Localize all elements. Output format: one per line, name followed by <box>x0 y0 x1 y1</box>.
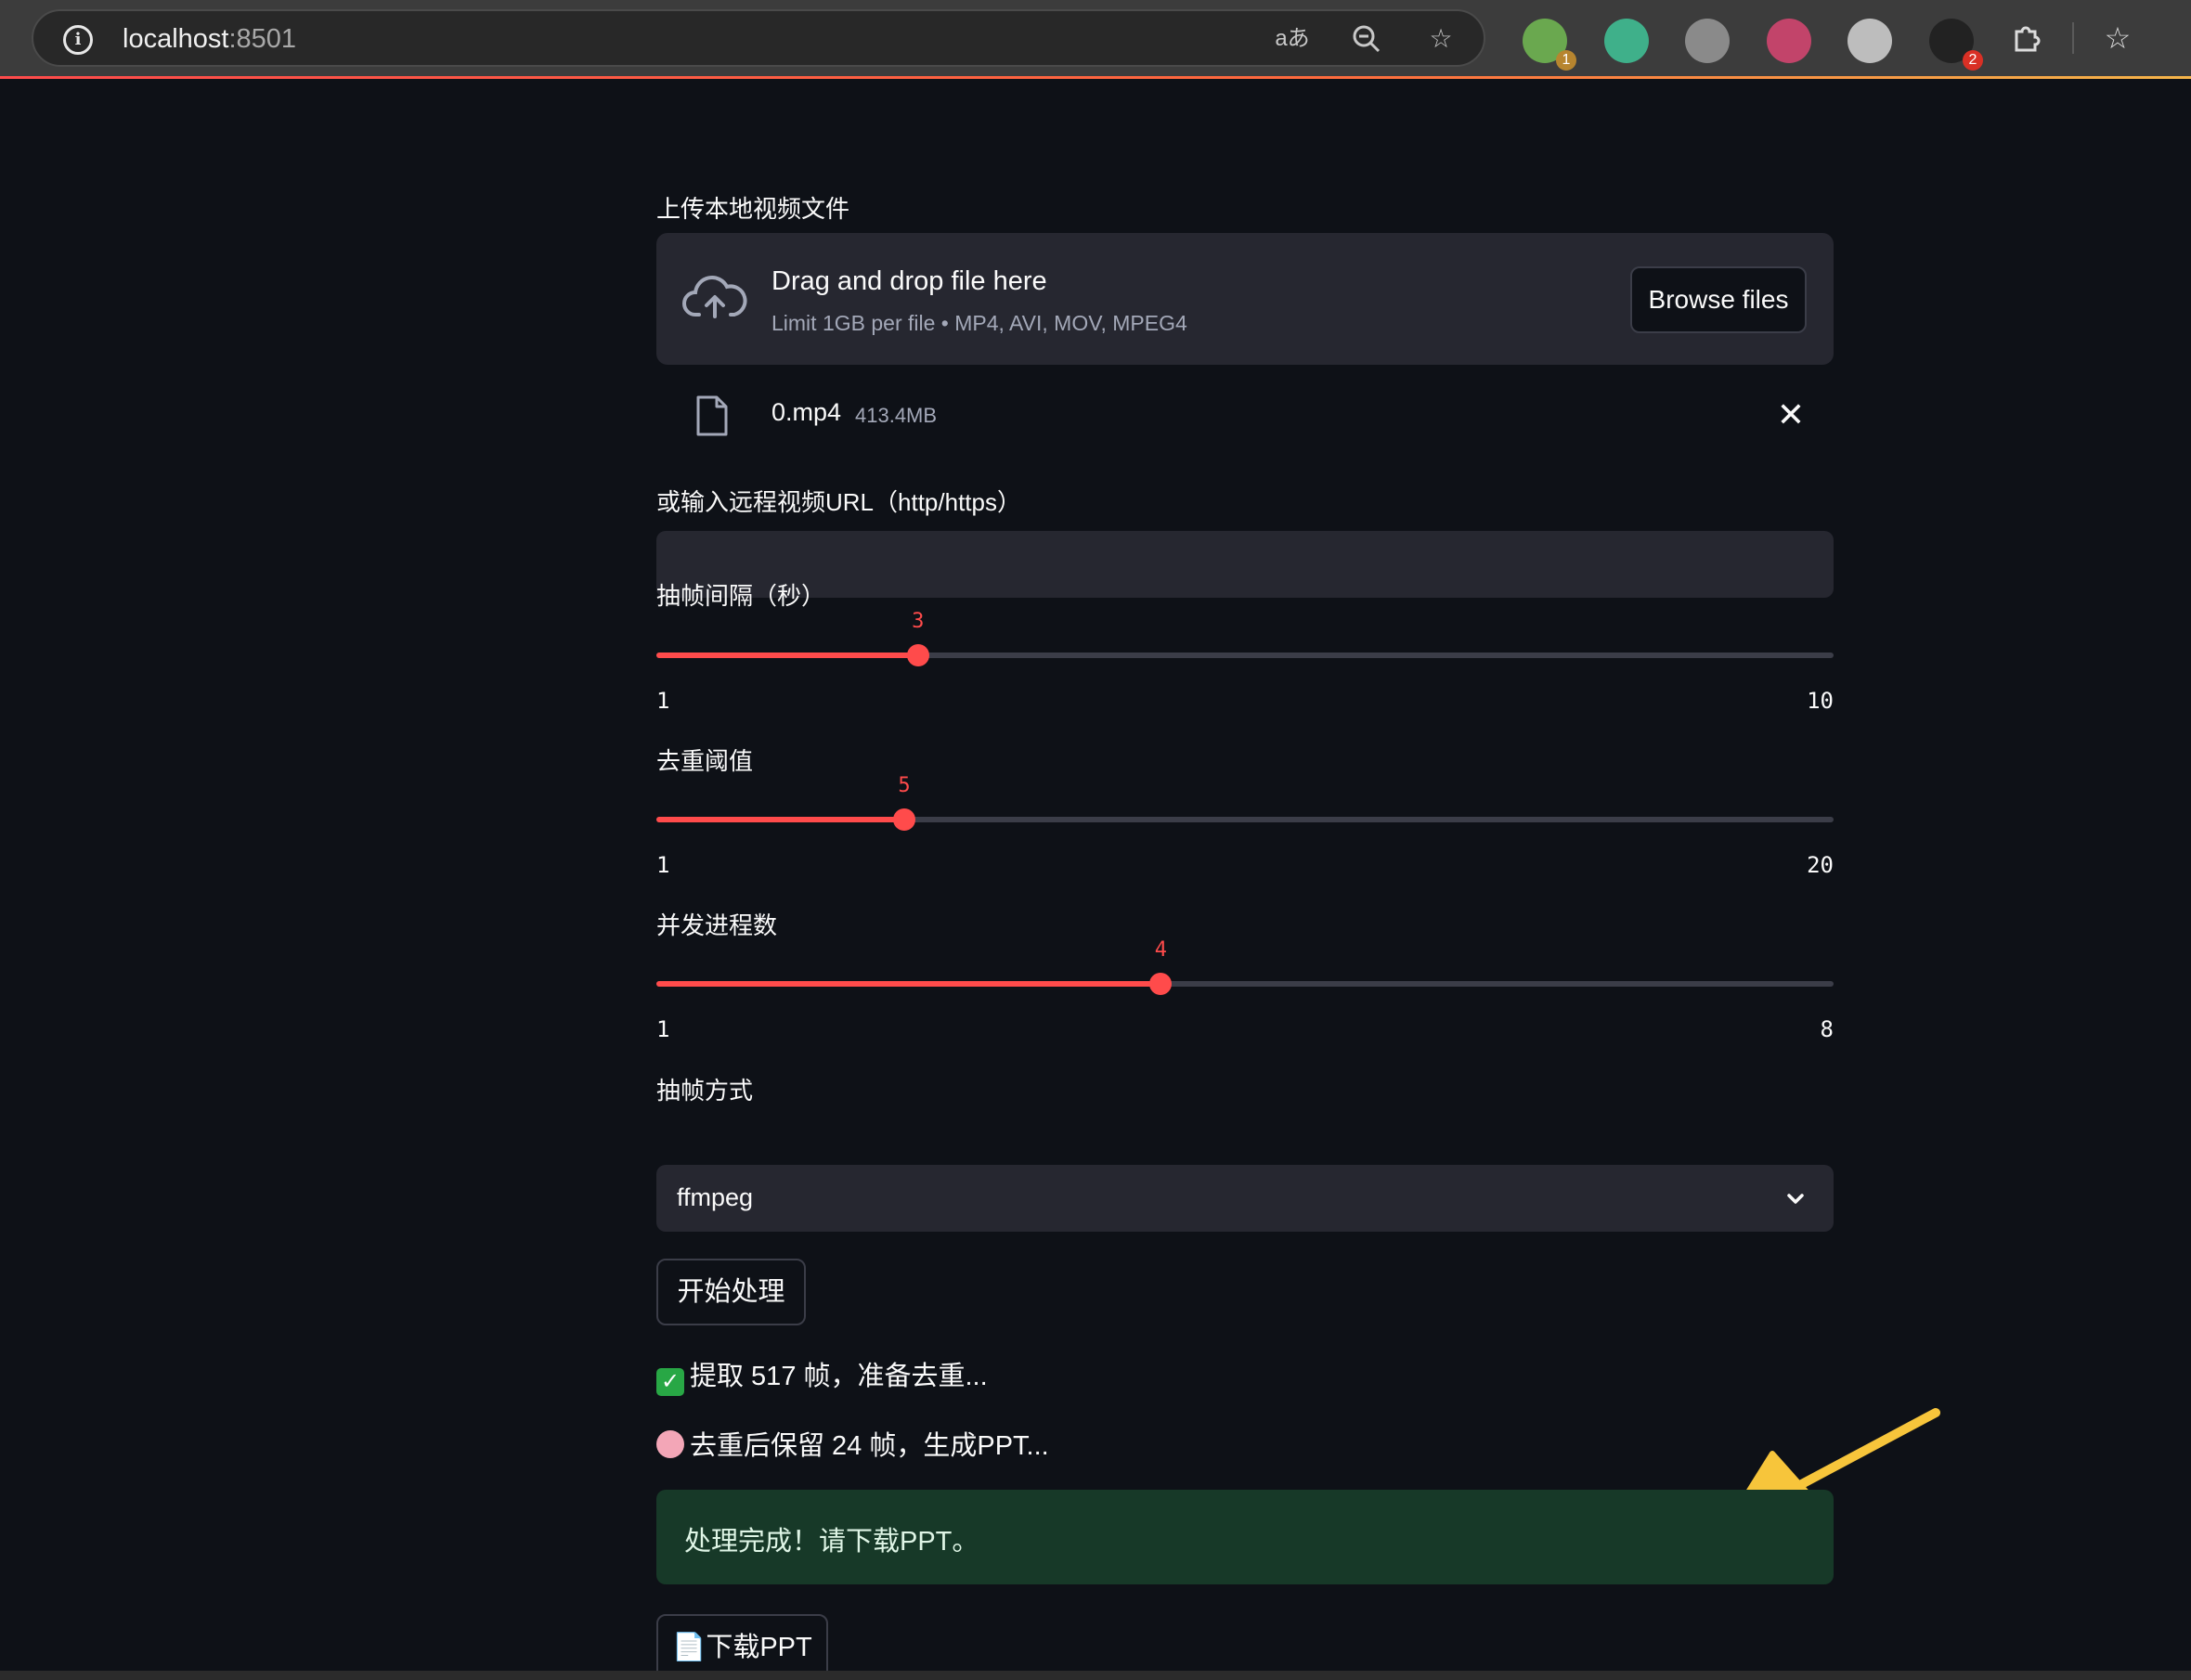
extension-6-icon[interactable]: 2 <box>1929 19 1983 71</box>
workers-slider[interactable]: 4 1 8 <box>656 927 1834 1042</box>
brain-icon <box>656 1430 684 1458</box>
slider-fill <box>656 653 918 658</box>
page-load-progress <box>0 76 2191 79</box>
interval-slider[interactable]: 3 1 10 <box>656 599 1834 714</box>
slider-max: 20 <box>1807 852 1834 878</box>
threshold-slider[interactable]: 5 1 20 <box>656 763 1834 878</box>
slider-max: 8 <box>1820 1016 1834 1042</box>
document-icon: 📄 <box>672 1633 707 1662</box>
check-mark-icon: ✓ <box>656 1368 684 1396</box>
extension-1-icon[interactable]: 1 <box>1523 19 1576 71</box>
success-alert: 处理完成！请下载PPT。 <box>656 1490 1834 1584</box>
method-select-value: ffmpeg <box>677 1183 754 1211</box>
chevron-down-icon[interactable] <box>1782 1185 1809 1213</box>
toolbar-divider <box>2072 22 2074 54</box>
url-text[interactable]: localhost:8501 <box>123 24 296 55</box>
extract-status-text: 提取 517 帧，准备去重... <box>690 1362 988 1391</box>
address-bar[interactable]: i localhost:8501 aあ ☆ <box>32 9 1485 67</box>
slider-min: 1 <box>656 852 670 878</box>
browse-files-button[interactable]: Browse files <box>1630 266 1807 333</box>
file-icon <box>696 395 728 436</box>
translate-icon[interactable]: aあ <box>1274 20 1311 58</box>
horizontal-scrollbar[interactable] <box>0 1671 2191 1680</box>
uploaded-file-size: 413.4MB <box>855 404 938 427</box>
extension-2-icon[interactable] <box>1604 19 1649 63</box>
uploaded-file-row: 0.mp4 413.4MB ✕ <box>656 387 1834 458</box>
uploader-label: 上传本地视频文件 <box>656 195 850 223</box>
slider-fill <box>656 981 1161 987</box>
slider-min: 1 <box>656 1016 670 1042</box>
dedupe-status-text: 去重后保留 24 帧，生成PPT... <box>690 1431 1049 1461</box>
slider-value: 3 <box>912 610 925 633</box>
extension-3-icon[interactable] <box>1685 19 1730 63</box>
uploaded-file-name: 0.mp4 <box>771 398 842 426</box>
dedupe-status: 去重后保留 24 帧，生成PPT... <box>656 1424 1049 1463</box>
slider-min: 1 <box>656 688 670 714</box>
remove-file-close-icon[interactable]: ✕ <box>1770 394 1811 435</box>
cloud-upload-icon <box>682 276 747 318</box>
slider-fill <box>656 817 904 822</box>
slider-value: 5 <box>898 774 911 797</box>
slider-thumb[interactable] <box>892 808 915 831</box>
dropzone-title: Drag and drop file here <box>771 266 1047 296</box>
url-input-label: 或输入远程视频URL（http/https） <box>656 488 1021 516</box>
extension-4-icon[interactable] <box>1767 19 1811 63</box>
method-select-label: 抽帧方式 <box>656 1077 754 1105</box>
video-url-input[interactable] <box>656 531 1834 598</box>
browser-toolbar: i localhost:8501 aあ ☆ 1 2 ☆ <box>0 0 2191 76</box>
slider-value: 4 <box>1154 938 1168 962</box>
slider-thumb[interactable] <box>906 644 929 666</box>
success-message: 处理完成！请下载PPT。 <box>684 1527 979 1557</box>
slider-max: 10 <box>1807 688 1834 714</box>
extensions-puzzle-icon[interactable] <box>2005 17 2048 59</box>
slider-thumb[interactable] <box>1149 973 1173 995</box>
extract-status: ✓ 提取 517 帧，准备去重... <box>656 1354 988 1396</box>
method-select[interactable]: ffmpeg <box>656 1165 1834 1232</box>
start-processing-button[interactable]: 开始处理 <box>656 1259 806 1325</box>
extension-badge: 2 <box>1963 50 1983 71</box>
extension-5-icon[interactable] <box>1847 19 1892 63</box>
reading-list-icon[interactable]: ☆ <box>2096 17 2139 59</box>
extension-badge: 1 <box>1556 50 1576 71</box>
site-info-icon[interactable]: i <box>63 25 93 55</box>
bookmark-star-icon[interactable]: ☆ <box>1422 20 1459 58</box>
file-dropzone[interactable]: Drag and drop file here Limit 1GB per fi… <box>656 233 1834 365</box>
dropzone-limits: Limit 1GB per file • MP4, AVI, MOV, MPEG… <box>771 311 1187 335</box>
zoom-out-icon[interactable] <box>1348 20 1385 58</box>
